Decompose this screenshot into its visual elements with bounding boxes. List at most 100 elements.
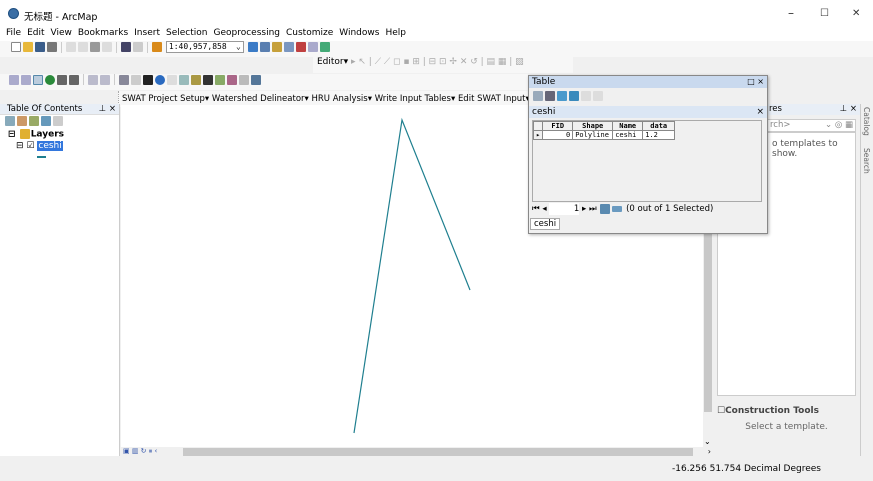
layers-group[interactable]: ⊟ Layers <box>0 129 119 140</box>
menu-customize[interactable]: Customize <box>286 28 333 38</box>
toc-pin-close[interactable]: ⊥ × <box>99 104 116 115</box>
fixed-zoom-in-icon[interactable] <box>57 74 67 85</box>
pin-close-icon[interactable]: ⊥ × <box>840 104 857 115</box>
full-extent-icon[interactable] <box>45 74 55 85</box>
options-icon[interactable] <box>53 116 63 126</box>
search-tab[interactable]: Search <box>862 148 871 174</box>
delete-selected-icon[interactable] <box>593 91 603 101</box>
layer-ceshi[interactable]: ⊟ ☑ ceshi <box>0 140 119 151</box>
menu-help[interactable]: Help <box>385 28 406 38</box>
menu-insert[interactable]: Insert <box>134 28 160 38</box>
menu-edit[interactable]: Edit <box>27 28 44 38</box>
scroll-right-icon[interactable]: › <box>708 447 711 456</box>
save-icon[interactable] <box>35 42 45 52</box>
layer-name[interactable]: ceshi <box>37 140 63 151</box>
list-by-drawing-order-icon[interactable] <box>5 116 15 126</box>
hyperlink-icon[interactable] <box>167 74 177 85</box>
search-icons[interactable]: ⌄ ◎ ▦ <box>825 120 853 131</box>
table-window-controls[interactable]: □ × <box>747 76 764 88</box>
toc-window-icon[interactable] <box>259 42 270 52</box>
catalog-tab[interactable]: Catalog <box>862 107 871 136</box>
delete-icon[interactable] <box>102 42 112 52</box>
watershed-delineator-menu[interactable]: Watershed Delineator▾ <box>212 94 309 104</box>
menu-file[interactable]: File <box>6 28 21 38</box>
model-builder-icon[interactable] <box>319 42 330 52</box>
column-header[interactable]: data <box>642 121 676 131</box>
list-by-source-icon[interactable] <box>17 116 27 126</box>
catalog-icon[interactable] <box>271 42 282 52</box>
find-route-icon[interactable] <box>215 74 225 85</box>
find-icon[interactable] <box>203 74 213 85</box>
swat-project-setup-menu[interactable]: SWAT Project Setup▾ <box>122 94 209 104</box>
maximize-button[interactable]: ☐ <box>820 8 829 19</box>
show-selected-records-icon[interactable] <box>612 205 623 212</box>
add-data-icon[interactable] <box>152 42 162 52</box>
goto-xy-icon[interactable] <box>227 74 237 85</box>
table-options-icon[interactable] <box>533 91 543 101</box>
list-by-visibility-icon[interactable] <box>29 116 39 126</box>
scroll-down-icon[interactable]: ⌄ <box>704 437 711 446</box>
clear-selection-icon[interactable] <box>131 74 141 85</box>
record-number-input[interactable]: 1 <box>549 203 580 215</box>
minimize-button[interactable]: – <box>788 6 794 20</box>
switch-selection-icon[interactable] <box>569 91 579 101</box>
editor-toolbar-icon[interactable] <box>247 42 258 52</box>
select-features-icon[interactable] <box>119 74 129 85</box>
menu-windows[interactable]: Windows <box>339 28 379 38</box>
forward-icon[interactable] <box>100 74 110 85</box>
map-scale-dropdown[interactable]: 1:40,957,858 ⌄ <box>165 41 244 53</box>
select-by-attributes-icon[interactable] <box>557 91 567 101</box>
editor-menu[interactable]: Editor▾ <box>317 57 348 67</box>
map-horizontal-scrollbar[interactable]: ▣ ▥ ↻ ⏸ ‹ › <box>121 447 713 457</box>
table-titlebar[interactable]: Table □ × <box>529 76 767 88</box>
redo-icon[interactable] <box>133 42 143 52</box>
column-header[interactable]: FID <box>542 121 574 131</box>
write-input-tables-menu[interactable]: Write Input Tables▾ <box>375 94 456 104</box>
hru-analysis-menu[interactable]: HRU Analysis▾ <box>311 94 372 104</box>
new-icon[interactable] <box>11 42 21 52</box>
time-slider-icon[interactable] <box>239 74 249 85</box>
menu-geoprocessing[interactable]: Geoprocessing <box>213 28 280 38</box>
zoom-in-icon[interactable] <box>9 74 19 85</box>
table-tab-close[interactable]: × <box>756 106 764 118</box>
clear-selection-icon[interactable] <box>581 91 591 101</box>
edit-swat-input-menu[interactable]: Edit SWAT Input▾ <box>458 94 528 104</box>
next-last-record-icon[interactable]: ▸ ⏭ <box>582 204 597 214</box>
chevron-down-icon: ⌄ <box>236 42 241 51</box>
close-button[interactable]: ✕ <box>852 8 860 19</box>
select-elements-icon[interactable] <box>143 74 153 85</box>
table-row[interactable]: ▸ 0 Polyline ceshi 1.2 <box>532 130 676 140</box>
fixed-zoom-out-icon[interactable] <box>69 74 79 85</box>
menu-view[interactable]: View <box>51 28 72 38</box>
identify-icon[interactable] <box>155 74 165 85</box>
menu-selection[interactable]: Selection <box>166 28 207 38</box>
collapse-icon[interactable]: ⊟ <box>8 130 16 140</box>
html-popup-icon[interactable] <box>179 74 189 85</box>
zoom-out-icon[interactable] <box>21 74 31 85</box>
measure-icon[interactable] <box>191 74 201 85</box>
layer-visibility-checkbox[interactable]: ☑ <box>26 141 34 151</box>
table-layer-tab[interactable]: ceshi × <box>529 106 767 118</box>
back-icon[interactable] <box>88 74 98 85</box>
column-header[interactable]: Shape <box>572 121 614 131</box>
pan-icon[interactable] <box>33 74 43 85</box>
arctoolbox-icon[interactable] <box>295 42 306 52</box>
column-header[interactable]: Name <box>612 121 644 131</box>
menu-bookmarks[interactable]: Bookmarks <box>78 28 128 38</box>
undo-icon[interactable] <box>121 42 131 52</box>
paste-icon[interactable] <box>90 42 100 52</box>
python-icon[interactable] <box>307 42 318 52</box>
viewer-icon[interactable] <box>251 74 261 85</box>
layout-view-buttons[interactable]: ▣ ▥ ↻ ⏸ ‹ <box>123 447 157 456</box>
open-icon[interactable] <box>23 42 33 52</box>
cut-icon[interactable] <box>66 42 76 52</box>
first-record-icon[interactable]: ⏮ ◂ <box>532 204 547 214</box>
table-bottom-tab[interactable]: ceshi <box>530 218 561 230</box>
list-by-selection-icon[interactable] <box>41 116 51 126</box>
related-tables-icon[interactable] <box>545 91 555 101</box>
collapse-icon[interactable]: ⊟ <box>16 141 24 151</box>
copy-icon[interactable] <box>78 42 88 52</box>
search-window-icon[interactable] <box>283 42 294 52</box>
show-all-records-icon[interactable] <box>600 203 611 214</box>
print-icon[interactable] <box>47 42 57 52</box>
